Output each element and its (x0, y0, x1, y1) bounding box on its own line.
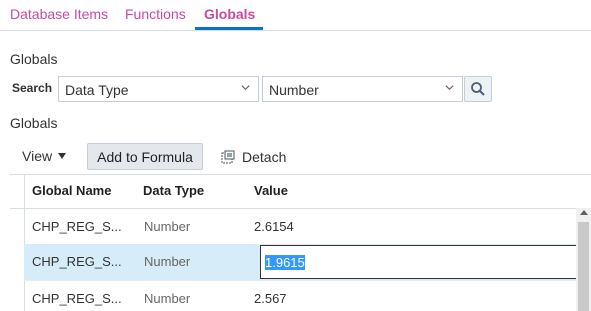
tab-globals[interactable]: Globals (204, 6, 255, 22)
data-type-cell: Number (144, 219, 191, 234)
tab-bar: Database Items Functions Globals (0, 0, 591, 31)
column-header-value[interactable]: Value (254, 183, 288, 198)
column-header-data-type[interactable]: Data Type (143, 183, 204, 198)
globals-panel: Database Items Functions Globals Globals… (0, 0, 591, 311)
caret-down-icon (58, 153, 67, 159)
tab-functions[interactable]: Functions (125, 6, 186, 22)
data-type-cell: Number (144, 254, 191, 269)
scrollbar-thumb[interactable] (578, 222, 589, 311)
value-selected-text: 1.9615 (265, 255, 305, 270)
active-tab-indicator (195, 27, 263, 30)
table-row[interactable]: CHP_REG_S... Number 2.6154 (24, 209, 576, 245)
view-menu[interactable]: View (22, 148, 67, 164)
global-name-cell: CHP_REG_S... (32, 254, 122, 269)
global-name-cell: CHP_REG_S... (32, 219, 122, 234)
detach-button[interactable]: Detach (221, 149, 286, 165)
row-header-column (10, 175, 25, 311)
scroll-up-arrow-icon[interactable] (580, 210, 588, 215)
search-operator-value: Number (269, 82, 319, 98)
value-cell: 2.567 (254, 291, 287, 306)
search-icon (471, 82, 485, 96)
results-title: Globals (10, 115, 58, 131)
chevron-down-icon (241, 85, 250, 91)
view-menu-label: View (22, 148, 53, 164)
detach-label: Detach (242, 149, 287, 165)
search-operator-select[interactable]: Number (262, 76, 463, 102)
detach-icon (221, 150, 235, 164)
search-button[interactable] (464, 76, 492, 102)
globals-table: Global Name Data Type Value CHP_REG_S...… (10, 174, 591, 311)
chevron-down-icon (445, 85, 454, 91)
table-row-selected[interactable]: CHP_REG_S... Number 1.9615 (24, 244, 588, 280)
section-title: Globals (10, 51, 58, 67)
search-field-select[interactable]: Data Type (58, 76, 259, 102)
table-row[interactable]: CHP_REG_S... Number 2.567 (24, 281, 576, 311)
global-name-cell: CHP_REG_S... (32, 291, 122, 306)
value-cell: 2.6154 (254, 219, 294, 234)
add-to-formula-button[interactable]: Add to Formula (87, 143, 203, 170)
value-edit-field[interactable]: 1.9615 (260, 245, 588, 279)
column-header-global-name[interactable]: Global Name (32, 183, 111, 198)
search-label: Search (12, 81, 53, 95)
search-field-value: Data Type (65, 82, 129, 98)
tab-database-items[interactable]: Database Items (10, 6, 108, 22)
data-type-cell: Number (144, 291, 191, 306)
